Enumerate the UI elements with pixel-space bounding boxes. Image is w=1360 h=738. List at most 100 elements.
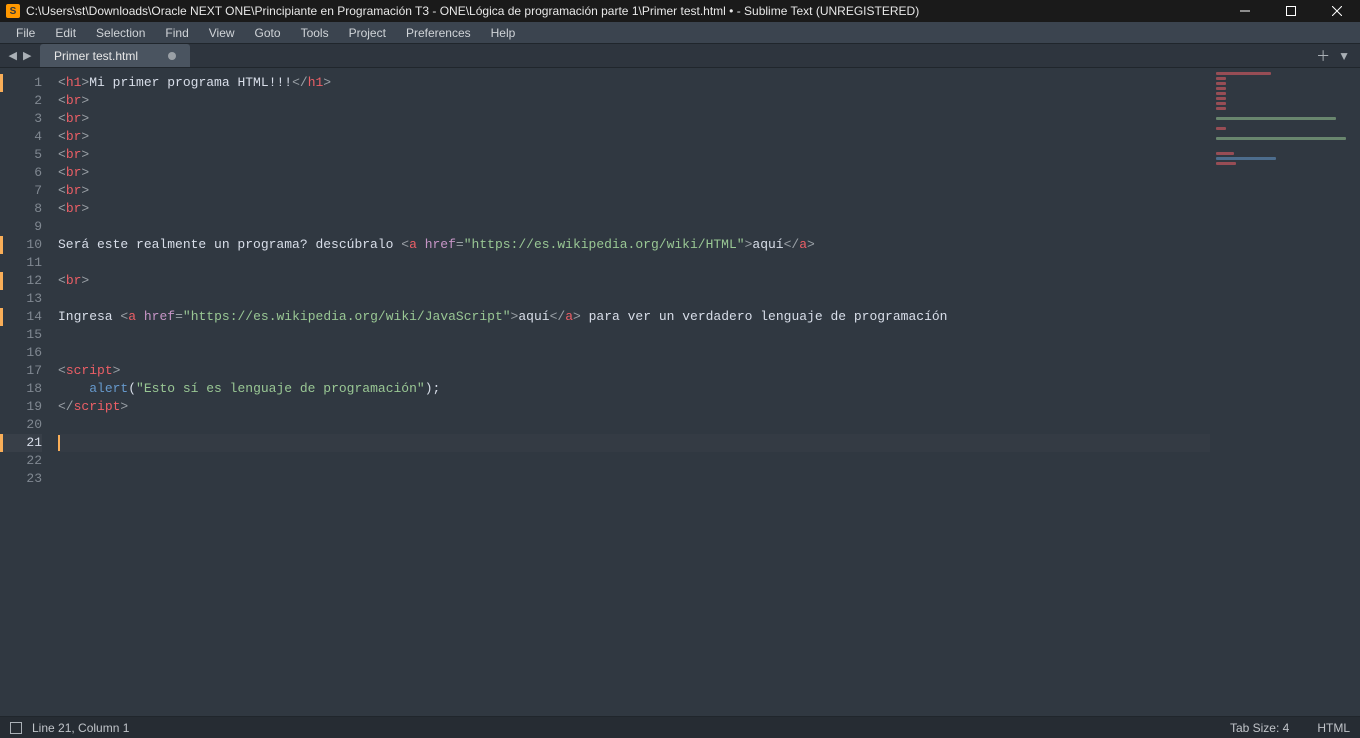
code-line: [58, 290, 1210, 308]
code-line: [58, 434, 1210, 452]
code-line: <br>: [58, 164, 1210, 182]
tab-bar: ◀ ▶ Primer test.html ＋ ▼: [0, 44, 1360, 68]
code-line: <br>: [58, 200, 1210, 218]
status-tab-size[interactable]: Tab Size: 4: [1230, 721, 1289, 735]
minimap-line: [1216, 162, 1236, 165]
gutter-mark-icon: [0, 236, 3, 254]
close-button[interactable]: [1314, 0, 1360, 22]
code-line: <br>: [58, 110, 1210, 128]
code-line: [58, 218, 1210, 236]
new-tab-button[interactable]: ＋: [1316, 46, 1330, 66]
menu-preferences[interactable]: Preferences: [396, 22, 481, 43]
line-number: 8: [0, 200, 42, 218]
line-number: 19: [0, 398, 42, 416]
line-number: 20: [0, 416, 42, 434]
minimap-line: [1216, 77, 1226, 80]
line-number: 4: [0, 128, 42, 146]
line-number: 22: [0, 452, 42, 470]
minimap-line: [1216, 127, 1226, 130]
line-number: 9: [0, 218, 42, 236]
menu-bar: FileEditSelectionFindViewGotoToolsProjec…: [0, 22, 1360, 44]
line-number: 5: [0, 146, 42, 164]
code-line: <h1>Mi primer programa HTML!!!</h1>: [58, 74, 1210, 92]
minimap-line: [1216, 87, 1226, 90]
minimize-button[interactable]: [1222, 0, 1268, 22]
status-cursor-position[interactable]: Line 21, Column 1: [32, 721, 129, 735]
tab-back-button[interactable]: ◀: [9, 49, 17, 62]
menu-file[interactable]: File: [6, 22, 45, 43]
code-line: [58, 344, 1210, 362]
code-line: [58, 326, 1210, 344]
gutter-mark-icon: [0, 308, 3, 326]
status-syntax[interactable]: HTML: [1317, 721, 1350, 735]
editor-area: 1234567891011121314151617181920212223 <h…: [0, 68, 1360, 716]
minimap-line: [1216, 82, 1226, 85]
line-number: 11: [0, 254, 42, 272]
tab-history-nav: ◀ ▶: [0, 44, 40, 67]
line-number: 3: [0, 110, 42, 128]
line-number: 18: [0, 380, 42, 398]
menu-selection[interactable]: Selection: [86, 22, 155, 43]
tab-dirty-indicator-icon: [168, 52, 176, 60]
line-number: 16: [0, 344, 42, 362]
code-line: Ingresa <a href="https://es.wikipedia.or…: [58, 308, 1210, 326]
status-bar: Line 21, Column 1 Tab Size: 4 HTML: [0, 716, 1360, 738]
panel-switcher-icon[interactable]: [10, 722, 22, 734]
line-number: 13: [0, 290, 42, 308]
gutter-mark-icon: [0, 434, 3, 452]
code-line: Será este realmente un programa? descúbr…: [58, 236, 1210, 254]
window-title: C:\Users\st\Downloads\Oracle NEXT ONE\Pr…: [26, 4, 919, 18]
minimap-line: [1216, 157, 1276, 160]
code-line: </script>: [58, 398, 1210, 416]
code-line: <br>: [58, 128, 1210, 146]
minimap-line: [1216, 137, 1346, 140]
minimap-line: [1216, 117, 1336, 120]
menu-project[interactable]: Project: [339, 22, 396, 43]
code-editor[interactable]: <h1>Mi primer programa HTML!!!</h1><br><…: [52, 68, 1210, 716]
file-tab[interactable]: Primer test.html: [40, 44, 190, 67]
code-line: <br>: [58, 146, 1210, 164]
line-number: 23: [0, 470, 42, 488]
line-number-gutter[interactable]: 1234567891011121314151617181920212223: [0, 68, 52, 716]
line-number: 1: [0, 74, 42, 92]
minimap-line: [1216, 107, 1226, 110]
text-cursor: [58, 435, 60, 451]
code-line: <br>: [58, 272, 1210, 290]
app-icon: S: [6, 4, 20, 18]
line-number: 7: [0, 182, 42, 200]
minimap-line: [1216, 72, 1271, 75]
menu-tools[interactable]: Tools: [291, 22, 339, 43]
window-titlebar: S C:\Users\st\Downloads\Oracle NEXT ONE\…: [0, 0, 1360, 22]
tab-menu-button[interactable]: ▼: [1338, 49, 1350, 63]
gutter-mark-icon: [0, 272, 3, 290]
line-number: 15: [0, 326, 42, 344]
code-line: <br>: [58, 92, 1210, 110]
line-number: 21: [0, 434, 42, 452]
code-line: <br>: [58, 182, 1210, 200]
code-line: [58, 416, 1210, 434]
menu-find[interactable]: Find: [155, 22, 198, 43]
maximize-button[interactable]: [1268, 0, 1314, 22]
line-number: 10: [0, 236, 42, 254]
minimap[interactable]: [1210, 68, 1360, 716]
menu-edit[interactable]: Edit: [45, 22, 86, 43]
minimap-line: [1216, 102, 1226, 105]
tab-forward-button[interactable]: ▶: [23, 49, 31, 62]
line-number: 17: [0, 362, 42, 380]
tab-label: Primer test.html: [54, 49, 138, 63]
code-line: [58, 452, 1210, 470]
code-line: alert("Esto sí es lenguaje de programaci…: [58, 380, 1210, 398]
line-number: 2: [0, 92, 42, 110]
line-number: 14: [0, 308, 42, 326]
menu-goto[interactable]: Goto: [245, 22, 291, 43]
gutter-mark-icon: [0, 74, 3, 92]
menu-view[interactable]: View: [199, 22, 245, 43]
line-number: 6: [0, 164, 42, 182]
minimap-line: [1216, 97, 1226, 100]
minimap-line: [1216, 152, 1234, 155]
code-line: [58, 470, 1210, 488]
menu-help[interactable]: Help: [481, 22, 526, 43]
line-number: 12: [0, 272, 42, 290]
minimap-line: [1216, 92, 1226, 95]
code-line: [58, 254, 1210, 272]
